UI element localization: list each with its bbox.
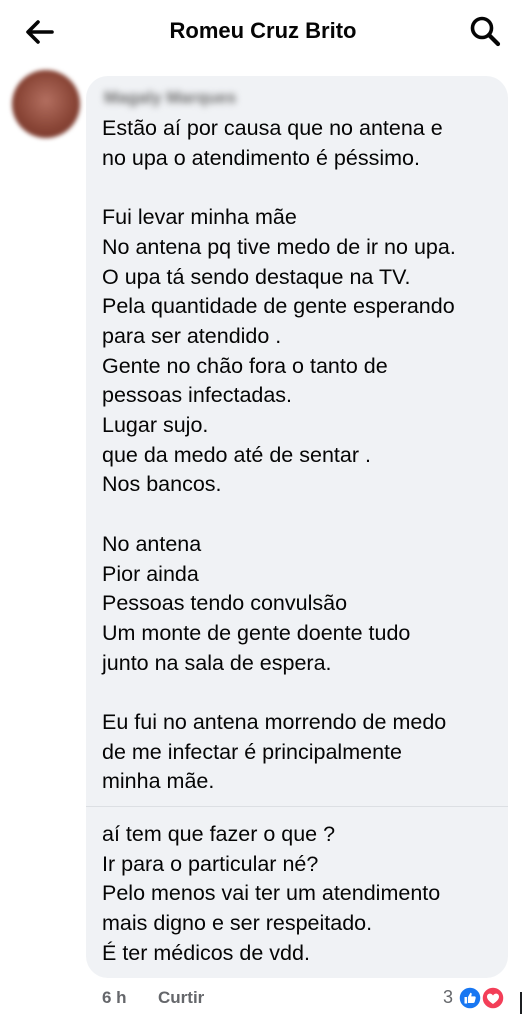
search-icon[interactable]	[468, 14, 502, 48]
like-button[interactable]: Curtir	[158, 988, 204, 1008]
divider	[520, 992, 522, 1014]
top-bar: Romeu Cruz Brito	[0, 0, 526, 62]
love-reaction-icon[interactable]	[481, 986, 505, 1010]
comment-timestamp[interactable]: 6 h	[102, 988, 127, 1008]
comment-text: Estão aí por causa que no antena e no up…	[102, 116, 456, 794]
divider	[86, 806, 508, 807]
comment-author[interactable]: Magaly Marques	[104, 88, 236, 108]
reaction-count[interactable]: 3	[443, 987, 453, 1008]
avatar[interactable]	[12, 70, 80, 138]
like-reaction-icon[interactable]	[458, 986, 482, 1010]
comment-text-continued: aí tem que fazer o que ? Ir para o parti…	[102, 822, 441, 965]
page-title: Romeu Cruz Brito	[169, 18, 357, 43]
